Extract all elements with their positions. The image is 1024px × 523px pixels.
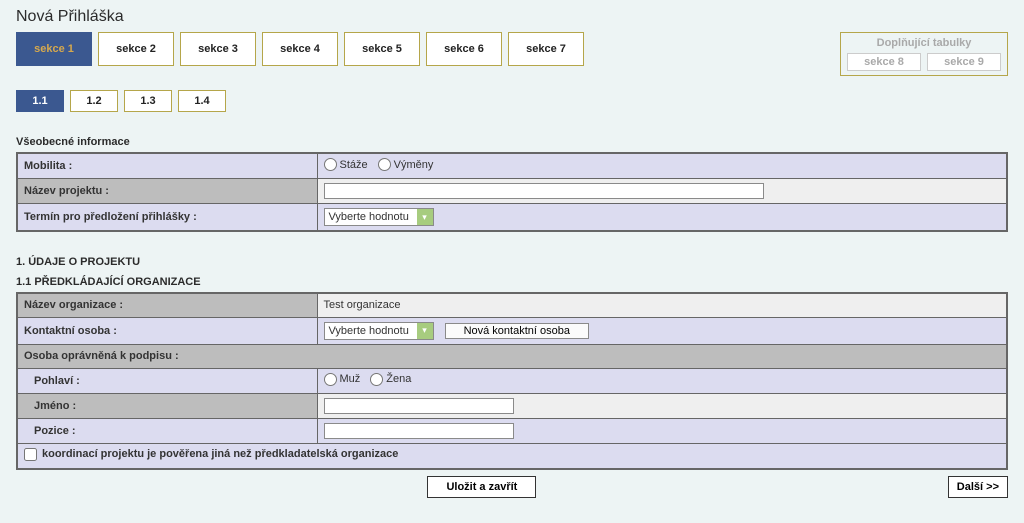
project-name-label: Název projektu : [17, 179, 317, 204]
subtab-1-3[interactable]: 1.3 [124, 90, 172, 112]
mobilita-label: Mobilita : [17, 153, 317, 179]
position-input[interactable] [324, 423, 514, 439]
org-table: Název organizace : Test organizace Konta… [16, 292, 1008, 470]
gender-radio-male-label[interactable]: Muž [324, 373, 361, 386]
subtabs-row: 1.1 1.2 1.3 1.4 [16, 90, 1008, 112]
deadline-select-text: Vyberte hodnotu [325, 209, 417, 225]
contact-person-label: Kontaktní osoba : [17, 317, 317, 344]
gender-radio-female[interactable] [370, 373, 383, 386]
gender-radio-male-text: Muž [340, 373, 361, 385]
project-name-input[interactable] [324, 183, 764, 199]
coord-checkbox-label: koordinací projektu je pověřena jiná než… [42, 448, 398, 460]
tab-sekce-8: sekce 8 [847, 53, 921, 71]
subtab-1-2[interactable]: 1.2 [70, 90, 118, 112]
tabs-disabled-group: Doplňující tabulky sekce 8 sekce 9 [840, 32, 1008, 76]
deadline-select[interactable]: Vyberte hodnotu ▾ [324, 208, 434, 226]
mobilita-radio-staze[interactable] [324, 158, 337, 171]
tab-sekce-5[interactable]: sekce 5 [344, 32, 420, 66]
general-info-table: Mobilita : Stáže Výměny Název projektu :… [16, 152, 1008, 232]
mobilita-radio-staze-text: Stáže [340, 159, 368, 171]
deadline-label: Termín pro předložení přihlášky : [17, 204, 317, 232]
project-data-heading: 1. ÚDAJE O PROJEKTU [16, 256, 1008, 268]
submitting-org-heading: 1.1 PŘEDKLÁDAJÍCÍ ORGANIZACE [16, 276, 1008, 288]
mobilita-radio-vymeny-label[interactable]: Výměny [378, 158, 434, 171]
gender-label: Pohlaví : [17, 368, 317, 393]
contact-person-select[interactable]: Vyberte hodnotu ▾ [324, 322, 434, 340]
signatory-header: Osoba oprávněná k podpisu : [17, 344, 1007, 368]
subtab-1-4[interactable]: 1.4 [178, 90, 226, 112]
org-name-label: Název organizace : [17, 293, 317, 317]
gender-radio-female-label[interactable]: Žena [370, 373, 411, 386]
name-input[interactable] [324, 398, 514, 414]
gender-radio-female-text: Žena [386, 373, 411, 385]
org-name-value: Test organizace [317, 293, 1007, 317]
page-title: Nová Přihláška [16, 8, 1008, 26]
gender-radio-male[interactable] [324, 373, 337, 386]
tab-sekce-4[interactable]: sekce 4 [262, 32, 338, 66]
next-button[interactable]: Další >> [948, 476, 1008, 498]
tab-sekce-7[interactable]: sekce 7 [508, 32, 584, 66]
mobilita-radio-staze-label[interactable]: Stáže [324, 158, 368, 171]
mobilita-radio-vymeny[interactable] [378, 158, 391, 171]
general-info-heading: Všeobecné informace [16, 136, 1008, 148]
tab-sekce-1[interactable]: sekce 1 [16, 32, 92, 66]
tab-sekce-2[interactable]: sekce 2 [98, 32, 174, 66]
position-label: Pozice : [17, 418, 317, 443]
subtab-1-1[interactable]: 1.1 [16, 90, 64, 112]
footer-buttons: Uložit a zavřít Další >> [16, 476, 1008, 498]
tabs-disabled-header: Doplňující tabulky [841, 33, 1007, 51]
new-contact-button[interactable]: Nová kontaktní osoba [445, 323, 589, 339]
chevron-down-icon: ▾ [417, 209, 433, 225]
contact-person-select-text: Vyberte hodnotu [325, 323, 417, 339]
coord-checkbox[interactable] [24, 448, 37, 461]
tab-sekce-3[interactable]: sekce 3 [180, 32, 256, 66]
tab-sekce-6[interactable]: sekce 6 [426, 32, 502, 66]
mobilita-radio-vymeny-text: Výměny [394, 159, 434, 171]
main-tabs-row: sekce 1 sekce 2 sekce 3 sekce 4 sekce 5 … [16, 32, 1008, 76]
tab-sekce-9: sekce 9 [927, 53, 1001, 71]
chevron-down-icon: ▾ [417, 323, 433, 339]
name-label: Jméno : [17, 393, 317, 418]
save-close-button[interactable]: Uložit a zavřít [427, 476, 536, 498]
